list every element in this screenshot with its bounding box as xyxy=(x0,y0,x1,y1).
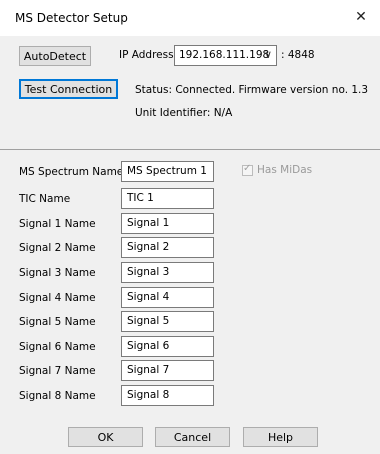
signal-7-name-field[interactable]: Signal 7 xyxy=(121,360,214,381)
cancel-button[interactable]: Cancel xyxy=(155,427,230,447)
status-text: Status: Connected. Firmware version no. … xyxy=(135,84,369,96)
signal-5-name-label: Signal 5 Name xyxy=(19,316,96,328)
ms-spectrum-name-label: MS Spectrum Name xyxy=(19,166,124,178)
autodetect-button[interactable]: AutoDetect xyxy=(19,46,91,66)
ip-address-label: IP Address: xyxy=(119,49,178,61)
checkmark-icon: ✓ xyxy=(243,162,252,174)
signal-2-name-field[interactable]: Signal 2 xyxy=(121,237,214,258)
tic-name-label: TIC Name xyxy=(19,193,71,205)
signal-7-name-label: Signal 7 Name xyxy=(19,365,96,377)
signal-8-name-label: Signal 8 Name xyxy=(19,390,96,402)
signal-4-name-field[interactable]: Signal 4 xyxy=(121,287,214,308)
help-button[interactable]: Help xyxy=(243,427,318,447)
signal-3-name-label: Signal 3 Name xyxy=(19,267,96,279)
window-title: MS Detector Setup xyxy=(15,11,128,25)
tic-name-field[interactable]: TIC 1 xyxy=(121,188,214,209)
signal-3-name-field[interactable]: Signal 3 xyxy=(121,262,214,283)
test-connection-button[interactable]: Test Connection xyxy=(19,79,118,99)
ms-spectrum-name-field[interactable]: MS Spectrum 1 xyxy=(121,161,214,182)
signal-1-name-label: Signal 1 Name xyxy=(19,218,96,230)
ip-address-value: 192.168.111.198 xyxy=(179,49,270,61)
has-midas-label: Has MiDas xyxy=(257,164,313,176)
checkbox-box: ✓ xyxy=(242,162,253,176)
ip-address-select[interactable]: 192.168.111.198 ∨ xyxy=(174,45,277,66)
signal-2-name-label: Signal 2 Name xyxy=(19,242,96,254)
chevron-down-icon: ∨ xyxy=(263,48,272,61)
signal-4-name-label: Signal 4 Name xyxy=(19,292,96,304)
port-text: : 4848 xyxy=(281,49,315,61)
ok-button[interactable]: OK xyxy=(68,427,143,447)
close-icon[interactable]: ✕ xyxy=(350,6,372,28)
section-divider xyxy=(0,149,380,150)
signal-1-name-field[interactable]: Signal 1 xyxy=(121,213,214,234)
has-midas-checkbox: ✓ Has MiDas xyxy=(242,162,313,176)
signal-6-name-label: Signal 6 Name xyxy=(19,341,96,353)
signal-6-name-field[interactable]: Signal 6 xyxy=(121,336,214,357)
unit-identifier-text: Unit Identifier: N/A xyxy=(135,107,233,119)
signal-5-name-field[interactable]: Signal 5 xyxy=(121,311,214,332)
title-bar: MS Detector Setup ✕ xyxy=(0,0,380,36)
signal-8-name-field[interactable]: Signal 8 xyxy=(121,385,214,406)
